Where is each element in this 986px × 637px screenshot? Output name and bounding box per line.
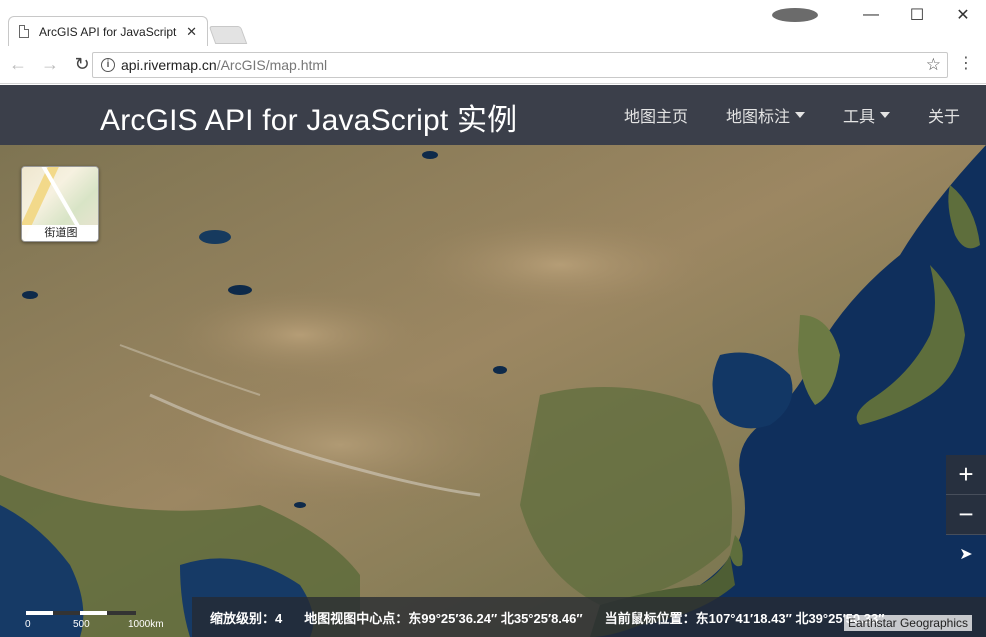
browser-toolbar: ← → ↻ i api.rivermap.cn /ArcGIS/map.html… bbox=[0, 46, 986, 84]
url-path: /ArcGIS/map.html bbox=[216, 57, 328, 73]
map-attribution: Earthstar Geographics bbox=[843, 615, 972, 631]
browser-titlebar: ArcGIS API for JavaScript ✕ — ☐ ✕ bbox=[0, 0, 986, 46]
scale-label: 1000km bbox=[128, 619, 164, 630]
browser-menu-icon[interactable]: ⋮ bbox=[958, 54, 974, 74]
minimize-button[interactable]: — bbox=[848, 6, 894, 24]
lake bbox=[22, 291, 38, 299]
scale-bar bbox=[26, 611, 136, 615]
nav-item-home[interactable]: 地图主页 bbox=[624, 103, 688, 127]
new-tab-button[interactable] bbox=[208, 26, 248, 44]
nav-item-label: 关于 bbox=[927, 109, 960, 126]
basemap-toggle-label: 街道图 bbox=[22, 225, 98, 241]
address-bar[interactable]: i api.rivermap.cn /ArcGIS/map.html ☆ bbox=[92, 52, 948, 78]
tarim-basin bbox=[170, 290, 430, 380]
tab-title: ArcGIS API for JavaScript bbox=[39, 24, 177, 39]
nav-item-tools[interactable]: 工具 bbox=[843, 103, 890, 127]
window-controls: — ☐ ✕ bbox=[772, 0, 986, 30]
map-view[interactable]: 街道图 + − ➤ 0 500 1000km 缩放级别：4 地图视图中心点：东9… bbox=[0, 145, 986, 637]
close-window-button[interactable]: ✕ bbox=[940, 5, 986, 25]
page-icon bbox=[19, 25, 29, 38]
scale-label: 0 bbox=[25, 619, 31, 630]
nav-item-label: 工具 bbox=[842, 109, 875, 126]
nav-item-annotation[interactable]: 地图标注 bbox=[726, 103, 805, 127]
lake bbox=[422, 151, 438, 159]
scale-segment bbox=[53, 611, 80, 615]
cursor-position-readout: 当前鼠标位置：东107°41′18.43″ 北39°25′50.33″ bbox=[604, 610, 885, 626]
bookmark-star-icon[interactable]: ☆ bbox=[926, 55, 941, 75]
lake bbox=[493, 366, 507, 374]
scale-segment bbox=[80, 611, 107, 615]
nav-item-label: 地图主页 bbox=[623, 109, 688, 126]
lake bbox=[294, 502, 306, 508]
caret-down-icon bbox=[794, 112, 805, 118]
satellite-imagery bbox=[0, 145, 986, 637]
site-info-icon[interactable]: i bbox=[101, 58, 115, 72]
zoom-level-readout: 缩放级别：4 bbox=[210, 610, 283, 626]
zoom-controls: + − bbox=[946, 455, 986, 535]
scale-labels: 0 500 1000km bbox=[22, 619, 182, 631]
gobi-desert bbox=[400, 215, 720, 315]
profile-icon[interactable] bbox=[772, 8, 818, 22]
scale-label: 500 bbox=[73, 619, 90, 630]
url-host: api.rivermap.cn bbox=[121, 57, 217, 73]
lake bbox=[199, 230, 231, 244]
zoom-in-button[interactable]: + bbox=[946, 455, 986, 495]
basemap-toggle[interactable]: 街道图 bbox=[21, 166, 99, 242]
locate-icon[interactable]: ➤ bbox=[946, 541, 986, 569]
browser-tab[interactable]: ArcGIS API for JavaScript ✕ bbox=[8, 16, 208, 46]
back-button[interactable]: ← bbox=[4, 54, 32, 75]
zoom-out-button[interactable]: − bbox=[946, 495, 986, 535]
caret-down-icon bbox=[879, 112, 890, 118]
forward-button[interactable]: → bbox=[36, 54, 64, 75]
site-brand[interactable]: ArcGIS API for JavaScript 实例 bbox=[100, 95, 517, 139]
site-navbar: ArcGIS API for JavaScript 实例 地图主页 地图标注 工… bbox=[0, 85, 986, 145]
nav-item-label: 地图标注 bbox=[725, 109, 790, 126]
nav-item-about[interactable]: 关于 bbox=[928, 103, 960, 127]
maximize-button[interactable]: ☐ bbox=[894, 5, 940, 25]
tab-close-icon[interactable]: ✕ bbox=[186, 24, 197, 40]
map-center-readout: 地图视图中心点：东99°25′36.24″ 北35°25′8.46″ bbox=[304, 610, 583, 626]
scale-segment bbox=[26, 611, 53, 615]
nav-menu: 地图主页 地图标注 工具 关于 bbox=[586, 85, 960, 145]
lake bbox=[228, 285, 252, 295]
scale-segment bbox=[107, 611, 136, 615]
street-map-thumbnail bbox=[22, 167, 98, 227]
